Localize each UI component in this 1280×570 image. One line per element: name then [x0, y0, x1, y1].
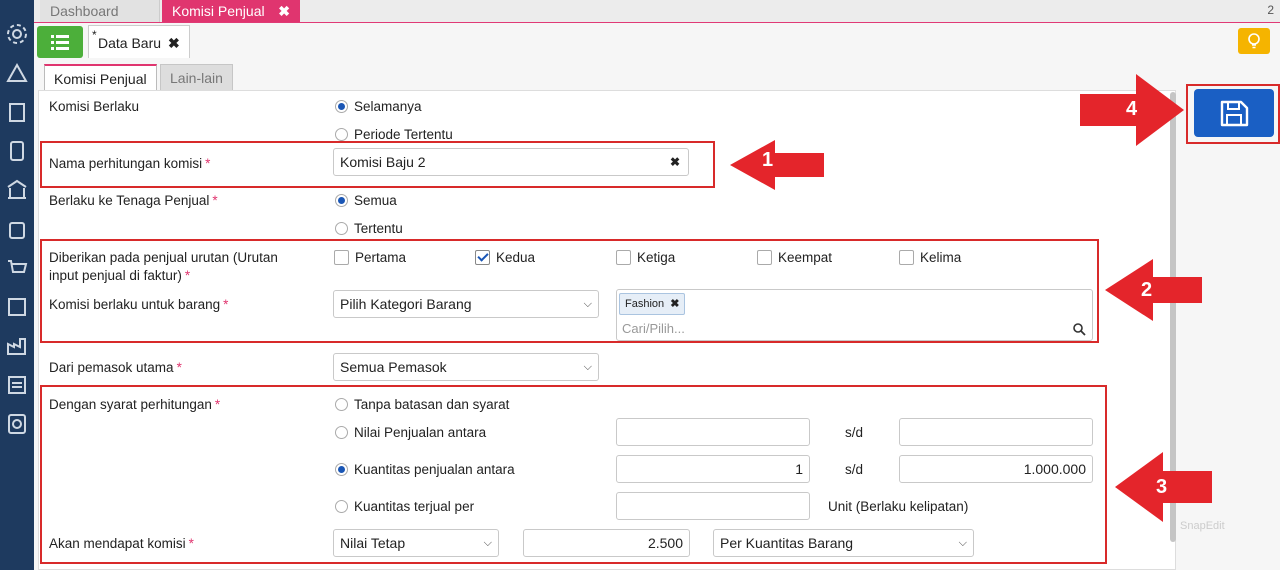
tax-icon[interactable]: [5, 373, 29, 397]
tab-close-icon[interactable]: ✖: [278, 0, 290, 22]
radio-label-tertentu: Tertentu: [354, 221, 403, 236]
doc-tab-data-baru[interactable]: * Data Baru ✖: [88, 25, 190, 58]
purchase-icon[interactable]: [5, 217, 29, 241]
chevron-down-icon: ⌵: [583, 361, 592, 373]
label-text: Dari pemasok utama: [49, 360, 174, 375]
list-icon: [51, 35, 69, 50]
cart-icon[interactable]: [5, 256, 29, 280]
bank-icon[interactable]: [5, 178, 29, 202]
tab-dashboard-label: Dashboard: [50, 3, 119, 19]
save-button[interactable]: [1194, 89, 1274, 137]
label-text: Berlaku ke Tenaga Penjual: [49, 193, 210, 208]
tab-komisi-penjual[interactable]: Komisi Penjual ✖: [162, 0, 300, 22]
inner-tab-label: Komisi Penjual: [54, 71, 147, 87]
select-value: Semua Pemasok: [340, 359, 447, 375]
label-tenaga-penjual: Berlaku ke Tenaga Penjual *: [49, 193, 218, 208]
tab-lain-lain[interactable]: Lain-lain: [160, 64, 233, 91]
tips-button[interactable]: [1238, 28, 1270, 54]
radio-tertentu[interactable]: [335, 222, 348, 235]
inner-tab-label: Lain-lain: [170, 70, 223, 86]
pemasok-select[interactable]: Semua Pemasok ⌵: [333, 353, 599, 381]
radio-selamanya[interactable]: [335, 100, 348, 113]
annotation-number-4: 4: [1126, 98, 1138, 120]
unsaved-marker: *: [92, 28, 97, 42]
annotation-box-3: [40, 385, 1107, 564]
radio-label-periode: Periode Tertentu: [354, 127, 453, 142]
device-icon[interactable]: [5, 139, 29, 163]
tab-komisi-penjual-inner[interactable]: Komisi Penjual: [44, 64, 157, 91]
watermark-text: SnapEdit: [1180, 520, 1225, 532]
radio-periode-tertentu[interactable]: [335, 128, 348, 141]
annotation-number-3: 3: [1156, 476, 1168, 498]
tab-count-badge[interactable]: 2: [1267, 3, 1274, 17]
label-pemasok: Dari pemasok utama *: [49, 360, 182, 375]
annotation-arrow-2: [1105, 259, 1203, 321]
save-icon: [1220, 100, 1249, 127]
annotation-box-2: [40, 239, 1099, 343]
settings-icon[interactable]: [5, 22, 29, 46]
lightbulb-icon: [1248, 33, 1260, 49]
annotation-box-1: [40, 141, 715, 188]
top-tab-bar: Dashboard Komisi Penjual ✖ 2: [34, 0, 1280, 23]
label-komisi-berlaku: Komisi Berlaku: [49, 99, 140, 114]
annotation-arrow-1: [730, 140, 825, 190]
factory-icon[interactable]: [5, 334, 29, 358]
report-icon[interactable]: [5, 412, 29, 436]
radio-label-semua: Semua: [354, 193, 397, 208]
warehouse-icon[interactable]: [5, 61, 29, 85]
tab-dashboard[interactable]: Dashboard: [40, 0, 160, 22]
radio-semua[interactable]: [335, 194, 348, 207]
required-mark: *: [212, 193, 218, 208]
doc-tab-label: Data Baru: [98, 35, 162, 51]
doc-tab-close-icon[interactable]: ✖: [168, 35, 180, 52]
list-view-button[interactable]: [37, 26, 83, 58]
annotation-number-1: 1: [762, 149, 774, 171]
inventory-icon[interactable]: [5, 295, 29, 319]
left-sidebar: [0, 0, 34, 570]
tab-komisi-label: Komisi Penjual: [172, 3, 265, 19]
annotation-number-2: 2: [1141, 279, 1153, 301]
required-mark: *: [176, 360, 182, 375]
radio-label-selamanya: Selamanya: [354, 99, 422, 114]
building-icon[interactable]: [5, 100, 29, 124]
